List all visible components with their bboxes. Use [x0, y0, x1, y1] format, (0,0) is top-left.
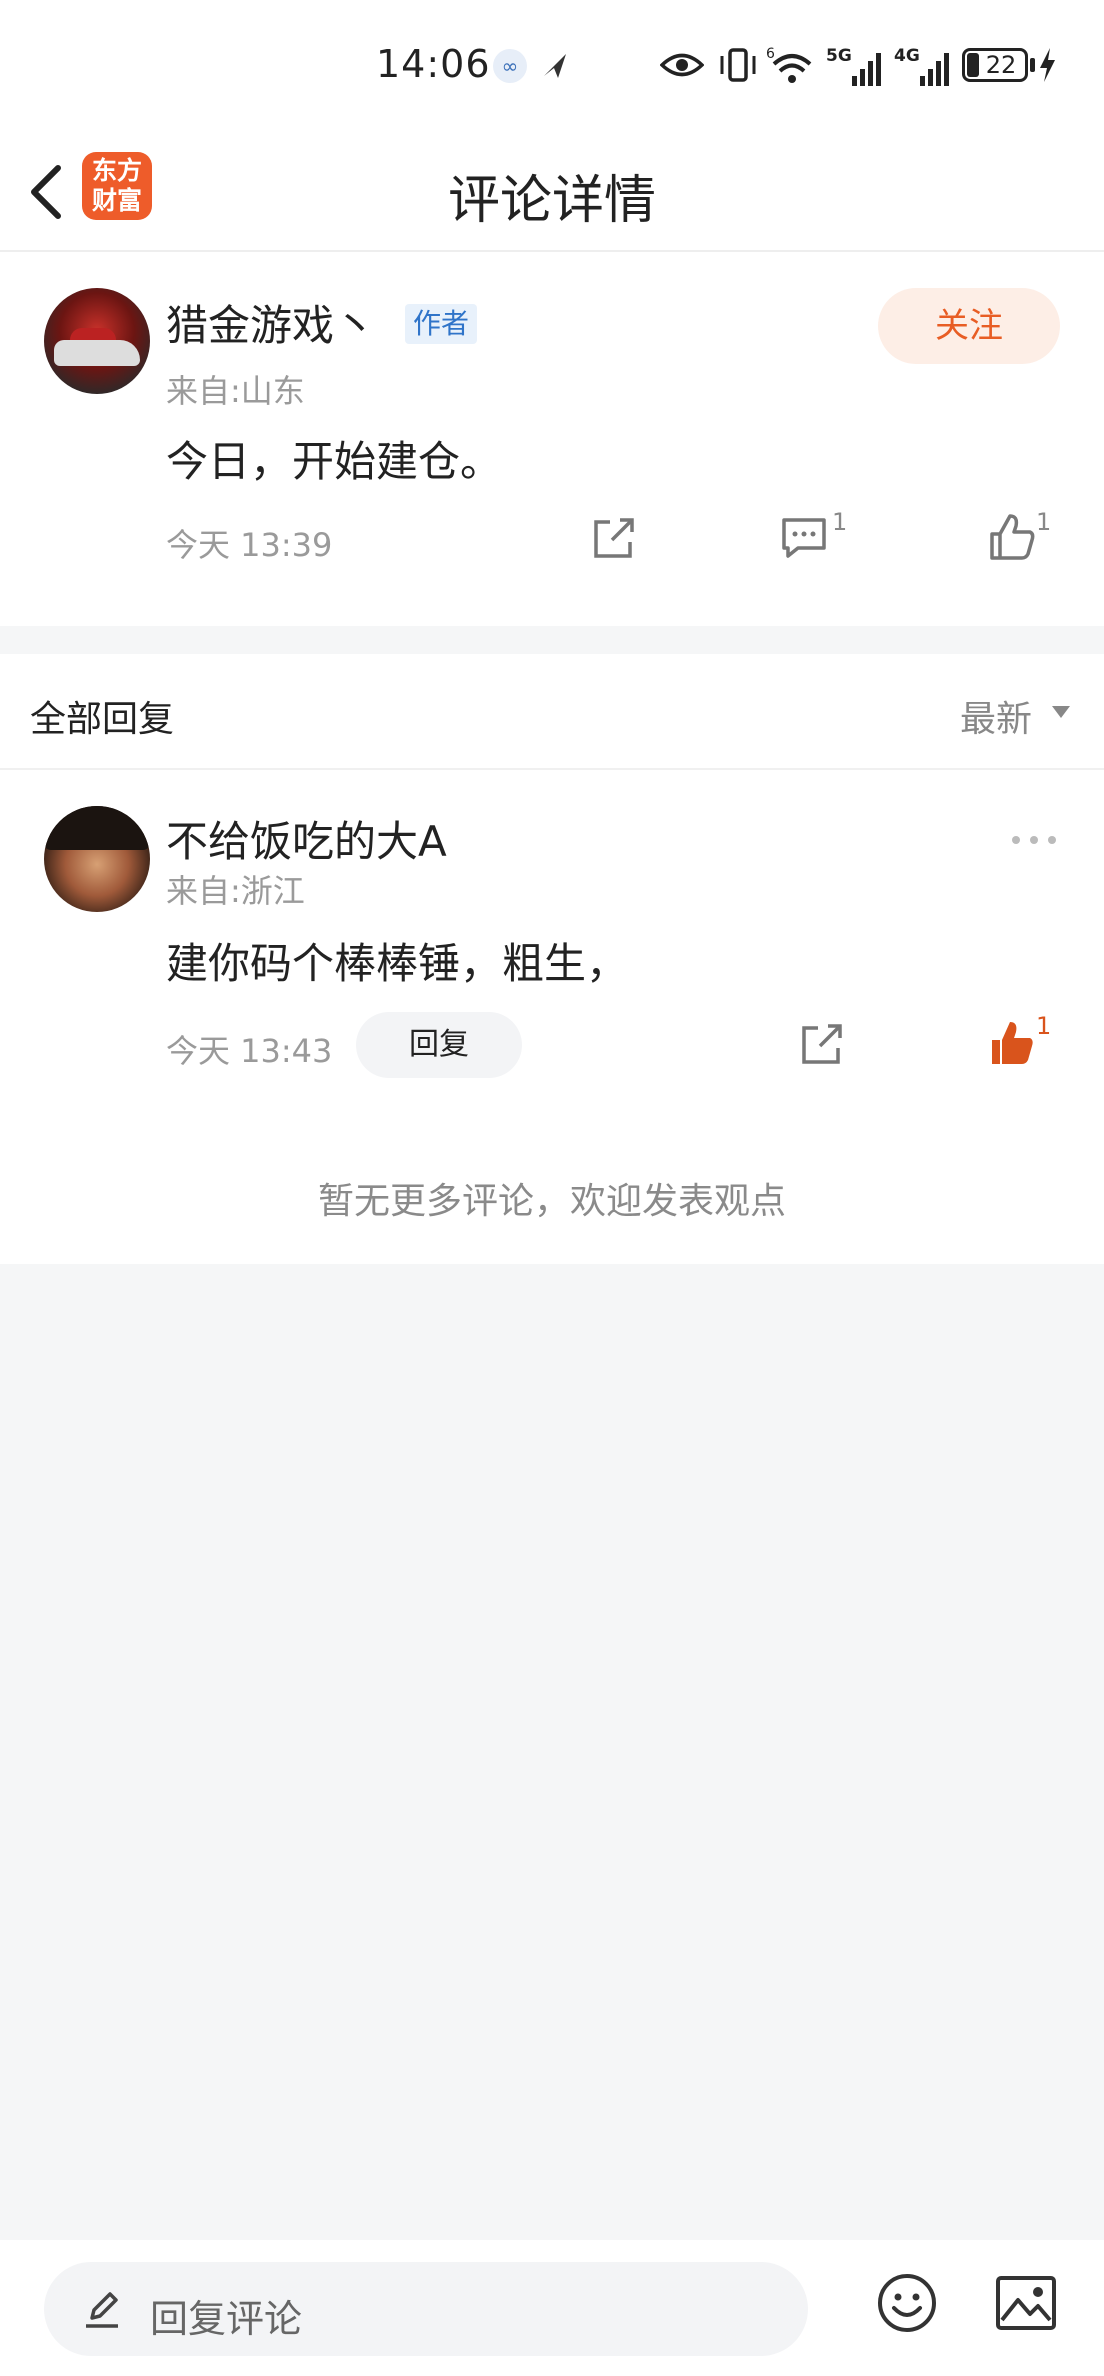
- no-more-comments-text: 暂无更多评论，欢迎发表观点: [317, 1181, 786, 1222]
- replies-section: 全部回复 最新 不给饭吃的大A 来自:浙江 建你码个棒棒锤，粗生， 今天 13:…: [0, 654, 1104, 1264]
- follow-button[interactable]: 关注: [878, 288, 1060, 364]
- reply-time: 今天 13:43: [166, 1032, 333, 1070]
- section-divider: [0, 626, 1104, 654]
- reply-button[interactable]: 回复: [356, 1012, 522, 1078]
- author-username[interactable]: 猎金游戏丶: [166, 292, 376, 353]
- comment-time: 今天 13:39: [166, 526, 333, 564]
- reply-input-placeholder: 回复评论: [150, 2297, 303, 2341]
- send-notification-icon: [544, 54, 566, 78]
- author-badge: 作者: [405, 304, 478, 344]
- divider: [0, 768, 1104, 770]
- like-icon[interactable]: [988, 512, 1036, 562]
- reply-location: 来自:浙江: [166, 872, 305, 910]
- app-notification-icon: ∞: [493, 49, 527, 83]
- charging-icon: [1040, 48, 1055, 82]
- like-count: 1: [1036, 508, 1052, 536]
- author-avatar[interactable]: [44, 288, 150, 394]
- signal-5g-icon: 5G: [826, 46, 886, 86]
- battery-level: 22: [985, 51, 1017, 79]
- reply-share-icon[interactable]: [798, 1020, 846, 1068]
- reply-text: 建你码个棒棒锤，粗生，: [166, 939, 629, 988]
- share-icon[interactable]: [590, 514, 638, 562]
- battery-icon: 22: [962, 48, 1028, 82]
- comment-count: 1: [832, 508, 848, 536]
- status-time: 14:06: [376, 42, 491, 86]
- main-comment-card: 猎金游戏丶 作者 来自:山东 关注 今日，开始建仓。 今天 13:39 1 1: [0, 252, 1104, 626]
- battery-tip: [1030, 58, 1035, 72]
- comment-icon[interactable]: [780, 514, 828, 562]
- reply-input[interactable]: 回复评论: [44, 2262, 808, 2356]
- sort-dropdown[interactable]: 最新: [960, 690, 1032, 742]
- more-icon[interactable]: [1008, 830, 1060, 850]
- svg-text:∞: ∞: [502, 54, 519, 78]
- author-location: 来自:山东: [166, 372, 305, 410]
- signal-4g-icon: 4G: [894, 46, 954, 86]
- bottom-input-bar: 回复评论: [0, 2240, 1104, 2376]
- image-icon[interactable]: [994, 2274, 1058, 2332]
- liked-icon[interactable]: [988, 1018, 1036, 1068]
- reply-like-count: 1: [1036, 1012, 1052, 1040]
- status-bar: 14:06 ∞ 6 5G 4G 22: [0, 0, 1104, 130]
- edit-icon: [86, 2292, 118, 2328]
- reply-username[interactable]: 不给饭吃的大A: [166, 808, 447, 869]
- sort-arrow-icon[interactable]: [1052, 706, 1070, 718]
- page-title: 评论详情: [447, 171, 656, 231]
- comment-text: 今日，开始建仓。: [166, 437, 503, 486]
- wifi-badge: 6: [766, 46, 775, 62]
- vibrate-icon: [720, 48, 756, 82]
- emoji-icon[interactable]: [876, 2272, 938, 2334]
- wifi-icon: 6: [766, 46, 812, 83]
- eye-icon: [660, 53, 704, 77]
- top-nav-bar: 东方 财富 评论详情: [0, 130, 1104, 252]
- all-replies-heading: 全部回复: [30, 699, 175, 740]
- reply-avatar[interactable]: [44, 806, 150, 912]
